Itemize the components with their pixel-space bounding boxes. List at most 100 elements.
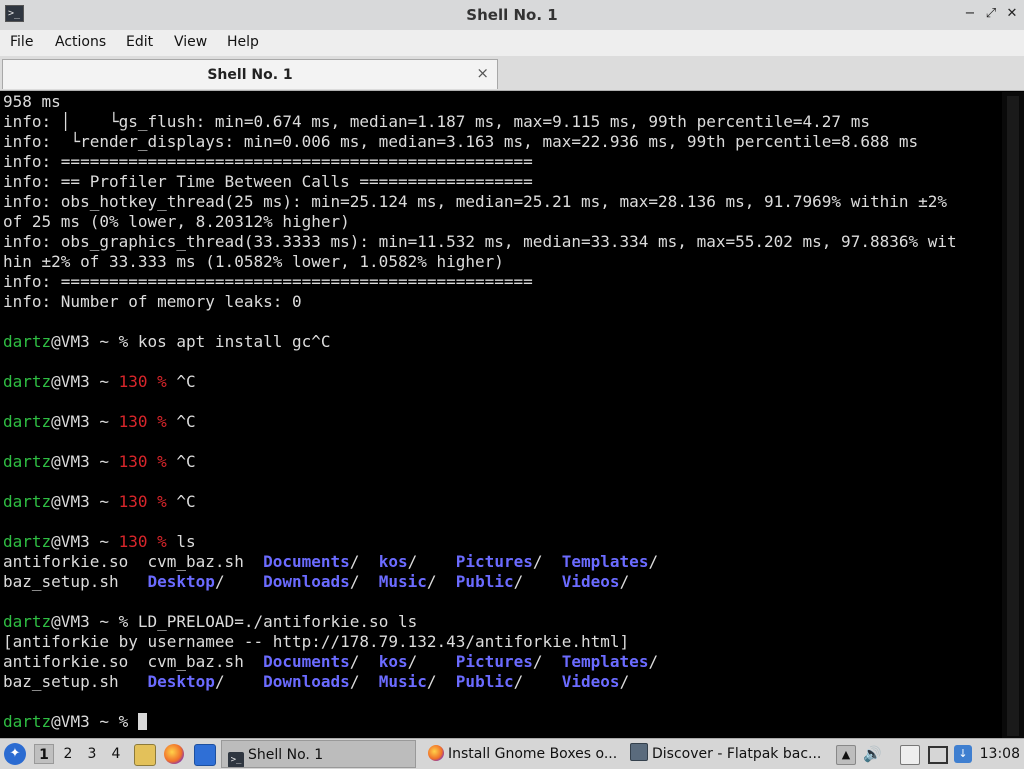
- terminal-text-segment: info: obs_hotkey_thread(25 ms): min=25.1…: [3, 192, 948, 211]
- title-bar[interactable]: >_ Shell No. 1 − ⤢ ✕: [0, 0, 1024, 31]
- terminal-line: dartz@VM3 ~ 130 % ls: [3, 532, 999, 552]
- window-title: Shell No. 1: [466, 6, 558, 24]
- volume-up-icon[interactable]: ▲: [836, 745, 856, 765]
- terminal-text-segment: @VM3 ~ %: [51, 712, 138, 731]
- terminal-text-segment: dartz: [3, 372, 52, 391]
- terminal-line: antiforkie.so cvm_baz.sh Documents/ kos/…: [3, 652, 999, 672]
- terminal-scrollbar[interactable]: [1002, 92, 1024, 738]
- terminal-text-segment: Music: [378, 572, 427, 591]
- terminal-text-segment: /: [349, 572, 379, 591]
- terminal-line: 958 ms: [3, 92, 999, 112]
- close-button[interactable]: ✕: [1004, 6, 1020, 22]
- terminal-text-segment: @VM3 ~: [51, 372, 119, 391]
- menu-actions[interactable]: Actions: [55, 34, 106, 50]
- terminal-text-segment: info: └render_displays: min=0.006 ms, me…: [3, 132, 919, 151]
- firefox-icon: [428, 745, 444, 761]
- maximize-button[interactable]: ⤢: [983, 6, 999, 22]
- taskbar: ✦ 1 2 3 4 >_ Shell No. 1 Install Gnome Bo…: [0, 738, 1024, 769]
- terminal-text-segment: /: [407, 652, 456, 671]
- terminal-text-segment: dartz: [3, 452, 52, 471]
- tab-close-icon[interactable]: ×: [476, 64, 489, 82]
- terminal-icon: >_: [228, 752, 244, 767]
- terminal-text-segment: /: [407, 552, 456, 571]
- terminal-text-segment: /: [426, 672, 456, 691]
- app-menu-icon[interactable]: ✦: [4, 743, 26, 765]
- terminal-line: info: │ └gs_flush: min=0.674 ms, median=…: [3, 112, 999, 132]
- task-shell-no-1[interactable]: >_ Shell No. 1: [221, 740, 416, 768]
- terminal-text-segment: /: [532, 652, 562, 671]
- terminal-text-segment: ^C: [166, 452, 196, 471]
- terminal-text-segment: 130 %: [118, 532, 167, 551]
- menu-help[interactable]: Help: [227, 34, 259, 50]
- terminal-line: antiforkie.so cvm_baz.sh Documents/ kos/…: [3, 552, 999, 572]
- terminal-text-segment: info: obs_graphics_thread(33.3333 ms): m…: [3, 232, 957, 251]
- task-discover[interactable]: Discover - Flatpak bac...: [626, 740, 824, 768]
- terminal-line: of 25 ms (0% lower, 8.20312% higher): [3, 212, 999, 232]
- terminal-text-segment: info: Number of memory leaks: 0: [3, 292, 302, 311]
- terminal-text-segment: Documents: [263, 552, 350, 571]
- tab-label: Shell No. 1: [207, 67, 293, 83]
- menu-file[interactable]: File: [10, 34, 33, 50]
- terminal-text-segment: /: [648, 552, 659, 571]
- terminal-line: baz_setup.sh Desktop/ Downloads/ Music/ …: [3, 572, 999, 592]
- terminal-line: info: == Profiler Time Between Calls ===…: [3, 172, 999, 192]
- menu-edit[interactable]: Edit: [126, 34, 153, 50]
- terminal-text-segment: Pictures: [455, 552, 533, 571]
- terminal-text-segment: Downloads: [263, 672, 350, 691]
- terminal-text-segment: [antiforkie by usernamee -- http://178.7…: [3, 632, 630, 651]
- clipboard-icon[interactable]: [900, 745, 920, 765]
- terminal-text-segment: /: [513, 572, 562, 591]
- terminal-text-segment: 130 %: [118, 412, 167, 431]
- task-label: Install Gnome Boxes o...: [448, 746, 618, 762]
- terminal-text-segment: /: [532, 552, 562, 571]
- terminal-line: info: └render_displays: min=0.006 ms, me…: [3, 132, 999, 152]
- terminal-text-segment: Videos: [561, 572, 620, 591]
- tab-shell-1[interactable]: Shell No. 1 ×: [2, 59, 498, 89]
- minimize-button[interactable]: −: [962, 6, 978, 22]
- file-manager-icon[interactable]: [134, 744, 156, 766]
- terminal-text-segment: info: │ └gs_flush: min=0.674 ms, median=…: [3, 112, 870, 131]
- terminal-text-segment: @VM3 ~: [51, 532, 119, 551]
- terminal-line: baz_setup.sh Desktop/ Downloads/ Music/ …: [3, 672, 999, 692]
- terminal-text-segment: dartz: [3, 492, 52, 511]
- network-icon[interactable]: [928, 746, 948, 764]
- volume-icon[interactable]: 🔊: [863, 745, 882, 763]
- task-firefox[interactable]: Install Gnome Boxes o...: [424, 740, 624, 768]
- terminal-text-segment: kos: [378, 552, 408, 571]
- terminal-text-segment: Downloads: [263, 572, 350, 591]
- terminal-output[interactable]: 958 ms info: │ └gs_flush: min=0.674 ms, m…: [0, 92, 1024, 738]
- terminal-text-segment: @VM3 ~ % LD_PRELOAD=./antiforkie.so ls: [51, 612, 418, 631]
- terminal-text-segment: antiforkie.so cvm_baz.sh: [3, 552, 264, 571]
- workspace-4[interactable]: 4: [106, 744, 126, 764]
- terminal-line: dartz@VM3 ~ % kos apt install gc^C: [3, 332, 999, 352]
- scrollbar-thumb[interactable]: [1007, 96, 1019, 736]
- workspace-1[interactable]: 1: [34, 744, 54, 764]
- terminal-line: info: ==================================…: [3, 272, 999, 292]
- terminal-text-segment: /: [214, 572, 264, 591]
- workspace-3[interactable]: 3: [82, 744, 102, 764]
- workspace-2[interactable]: 2: [58, 744, 78, 764]
- terminal-text-segment: info: ==================================…: [3, 272, 533, 291]
- terminal-text-segment: ^C: [166, 492, 196, 511]
- terminal-text-segment: @VM3 ~: [51, 492, 119, 511]
- terminal-text-segment: @VM3 ~ % kos apt install gc^C: [51, 332, 331, 351]
- clock[interactable]: 13:08: [980, 739, 1020, 769]
- menu-view[interactable]: View: [174, 34, 207, 50]
- terminal-text-segment: antiforkie.so cvm_baz.sh: [3, 652, 264, 671]
- terminal-text-segment: /: [648, 652, 659, 671]
- terminal-cursor: [137, 713, 147, 730]
- terminal-lines: 958 ms info: │ └gs_flush: min=0.674 ms, m…: [3, 92, 999, 732]
- terminal-text-segment: Desktop: [147, 572, 215, 591]
- firefox-icon[interactable]: [164, 744, 184, 764]
- terminal-text-segment: Templates: [561, 652, 649, 671]
- terminal-line: [antiforkie by usernamee -- http://178.7…: [3, 632, 999, 652]
- terminal-text-segment: info: == Profiler Time Between Calls ===…: [3, 172, 533, 191]
- terminal-text-segment: 958 ms: [3, 92, 61, 111]
- update-icon[interactable]: ↓: [954, 745, 972, 763]
- terminal-text-segment: of 25 ms (0% lower, 8.20312% higher): [3, 212, 350, 231]
- desktop-icon[interactable]: [194, 744, 216, 766]
